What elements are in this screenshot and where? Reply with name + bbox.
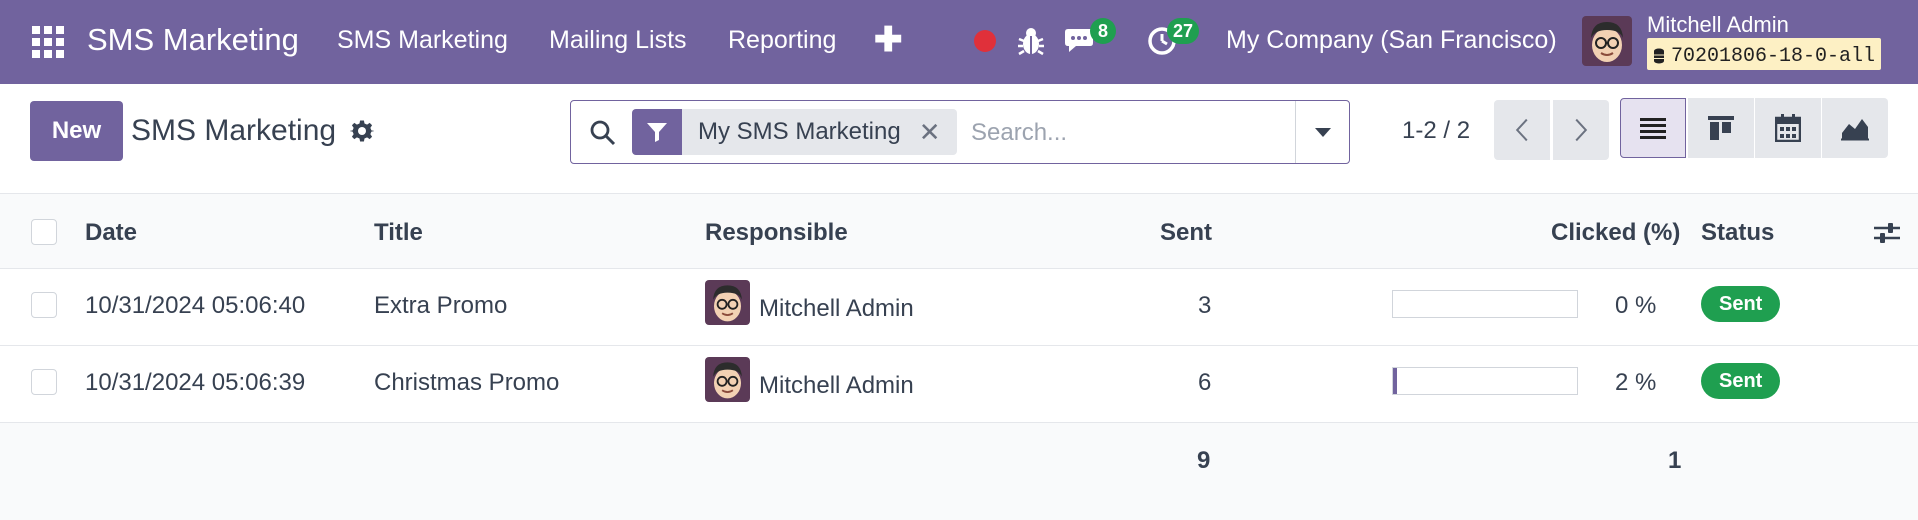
database-tag: 70201806-18-0-all <box>1647 38 1882 70</box>
menu-sms-marketing[interactable]: SMS Marketing <box>337 26 508 55</box>
cell-date: 10/31/2024 05:06:40 <box>85 292 306 319</box>
control-panel: New SMS Marketing My SMS Marketing ✕ 1-2… <box>0 84 1918 194</box>
table-header: Date Title Responsible Sent Clicked (%) … <box>0 195 1918 269</box>
chevron-right-icon <box>1575 118 1588 142</box>
messages-badge: 8 <box>1090 18 1116 44</box>
list-view-icon <box>1640 118 1666 139</box>
pager-next-button[interactable] <box>1553 100 1609 160</box>
table-row[interactable]: 10/31/2024 05:06:40 Extra Promo Mitchell… <box>0 269 1918 346</box>
table-row[interactable]: 10/31/2024 05:06:39 Christmas Promo Mitc… <box>0 346 1918 423</box>
column-sent[interactable]: Sent <box>1160 219 1212 247</box>
column-clicked[interactable]: Clicked (%) <box>1551 219 1680 247</box>
apps-grid-icon[interactable] <box>32 26 64 58</box>
column-status[interactable]: Status <box>1701 219 1774 247</box>
top-navbar: SMS Marketing SMS Marketing Mailing List… <box>0 0 1918 84</box>
page-title: SMS Marketing <box>131 114 337 147</box>
total-sent: 9 <box>1197 447 1211 474</box>
app-brand[interactable]: SMS Marketing <box>87 22 299 58</box>
chevron-left-icon <box>1515 118 1528 142</box>
search-options-toggle[interactable] <box>1295 101 1349 163</box>
table-footer: 9 1 <box>0 423 1918 520</box>
plus-icon[interactable]: ✚ <box>874 20 903 60</box>
pager-previous-button[interactable] <box>1494 100 1550 160</box>
database-icon <box>1654 48 1664 64</box>
list-view-button[interactable] <box>1620 98 1686 158</box>
status-badge: Sent <box>1701 286 1781 322</box>
database-name: 70201806-18-0-all <box>1671 44 1876 68</box>
cell-date: 10/31/2024 05:06:39 <box>85 369 306 396</box>
total-clicked: 1 <box>1668 447 1682 474</box>
pager-value[interactable]: 1-2 / 2 <box>1402 117 1470 145</box>
optional-columns-icon[interactable] <box>1873 219 1901 247</box>
kanban-view-button[interactable] <box>1688 98 1754 158</box>
cell-responsible: Mitchell Admin <box>759 295 914 322</box>
kanban-view-icon <box>1708 116 1734 140</box>
graph-view-icon <box>1841 119 1869 141</box>
select-all-checkbox[interactable] <box>31 219 57 245</box>
cell-title: Christmas Promo <box>374 369 560 396</box>
cell-title: Extra Promo <box>374 292 508 319</box>
bug-icon[interactable] <box>1017 26 1045 56</box>
clicked-progress-bar <box>1392 290 1578 318</box>
cell-clicked: 0 % <box>1615 292 1657 319</box>
cell-sent: 6 <box>1198 369 1212 396</box>
filter-facet-label: My SMS Marketing <box>682 109 913 155</box>
menu-mailing-lists[interactable]: Mailing Lists <box>549 26 687 55</box>
cell-responsible: Mitchell Admin <box>759 372 914 399</box>
calendar-view-button[interactable] <box>1755 98 1821 158</box>
status-badge: Sent <box>1701 363 1781 399</box>
avatar[interactable] <box>1582 16 1632 66</box>
cell-clicked: 2 % <box>1615 369 1657 396</box>
clicked-progress-fill <box>1393 368 1397 394</box>
row-checkbox[interactable] <box>31 369 57 395</box>
column-responsible[interactable]: Responsible <box>705 219 848 247</box>
clicked-progress-bar <box>1392 367 1578 395</box>
filter-facet: My SMS Marketing ✕ <box>632 109 957 155</box>
activities-badge: 27 <box>1167 18 1200 44</box>
row-checkbox[interactable] <box>31 292 57 318</box>
search-input[interactable] <box>971 117 1271 149</box>
column-title[interactable]: Title <box>374 219 423 247</box>
gear-icon[interactable] <box>350 119 374 143</box>
filter-icon <box>632 109 682 155</box>
avatar <box>705 280 750 325</box>
graph-view-button[interactable] <box>1822 98 1888 158</box>
search-bar: My SMS Marketing ✕ <box>570 100 1350 164</box>
column-date[interactable]: Date <box>85 219 137 247</box>
cell-sent: 3 <box>1198 292 1212 319</box>
user-name[interactable]: Mitchell Admin <box>1647 12 1789 38</box>
avatar <box>705 357 750 402</box>
caret-down-icon <box>1314 127 1331 137</box>
menu-reporting[interactable]: Reporting <box>728 26 836 55</box>
company-switcher[interactable]: My Company (San Francisco) <box>1226 26 1557 55</box>
record-icon[interactable] <box>974 30 996 52</box>
close-icon[interactable]: ✕ <box>912 109 957 155</box>
calendar-view-icon <box>1775 114 1801 142</box>
search-icon[interactable] <box>589 119 617 147</box>
new-button[interactable]: New <box>30 101 123 161</box>
